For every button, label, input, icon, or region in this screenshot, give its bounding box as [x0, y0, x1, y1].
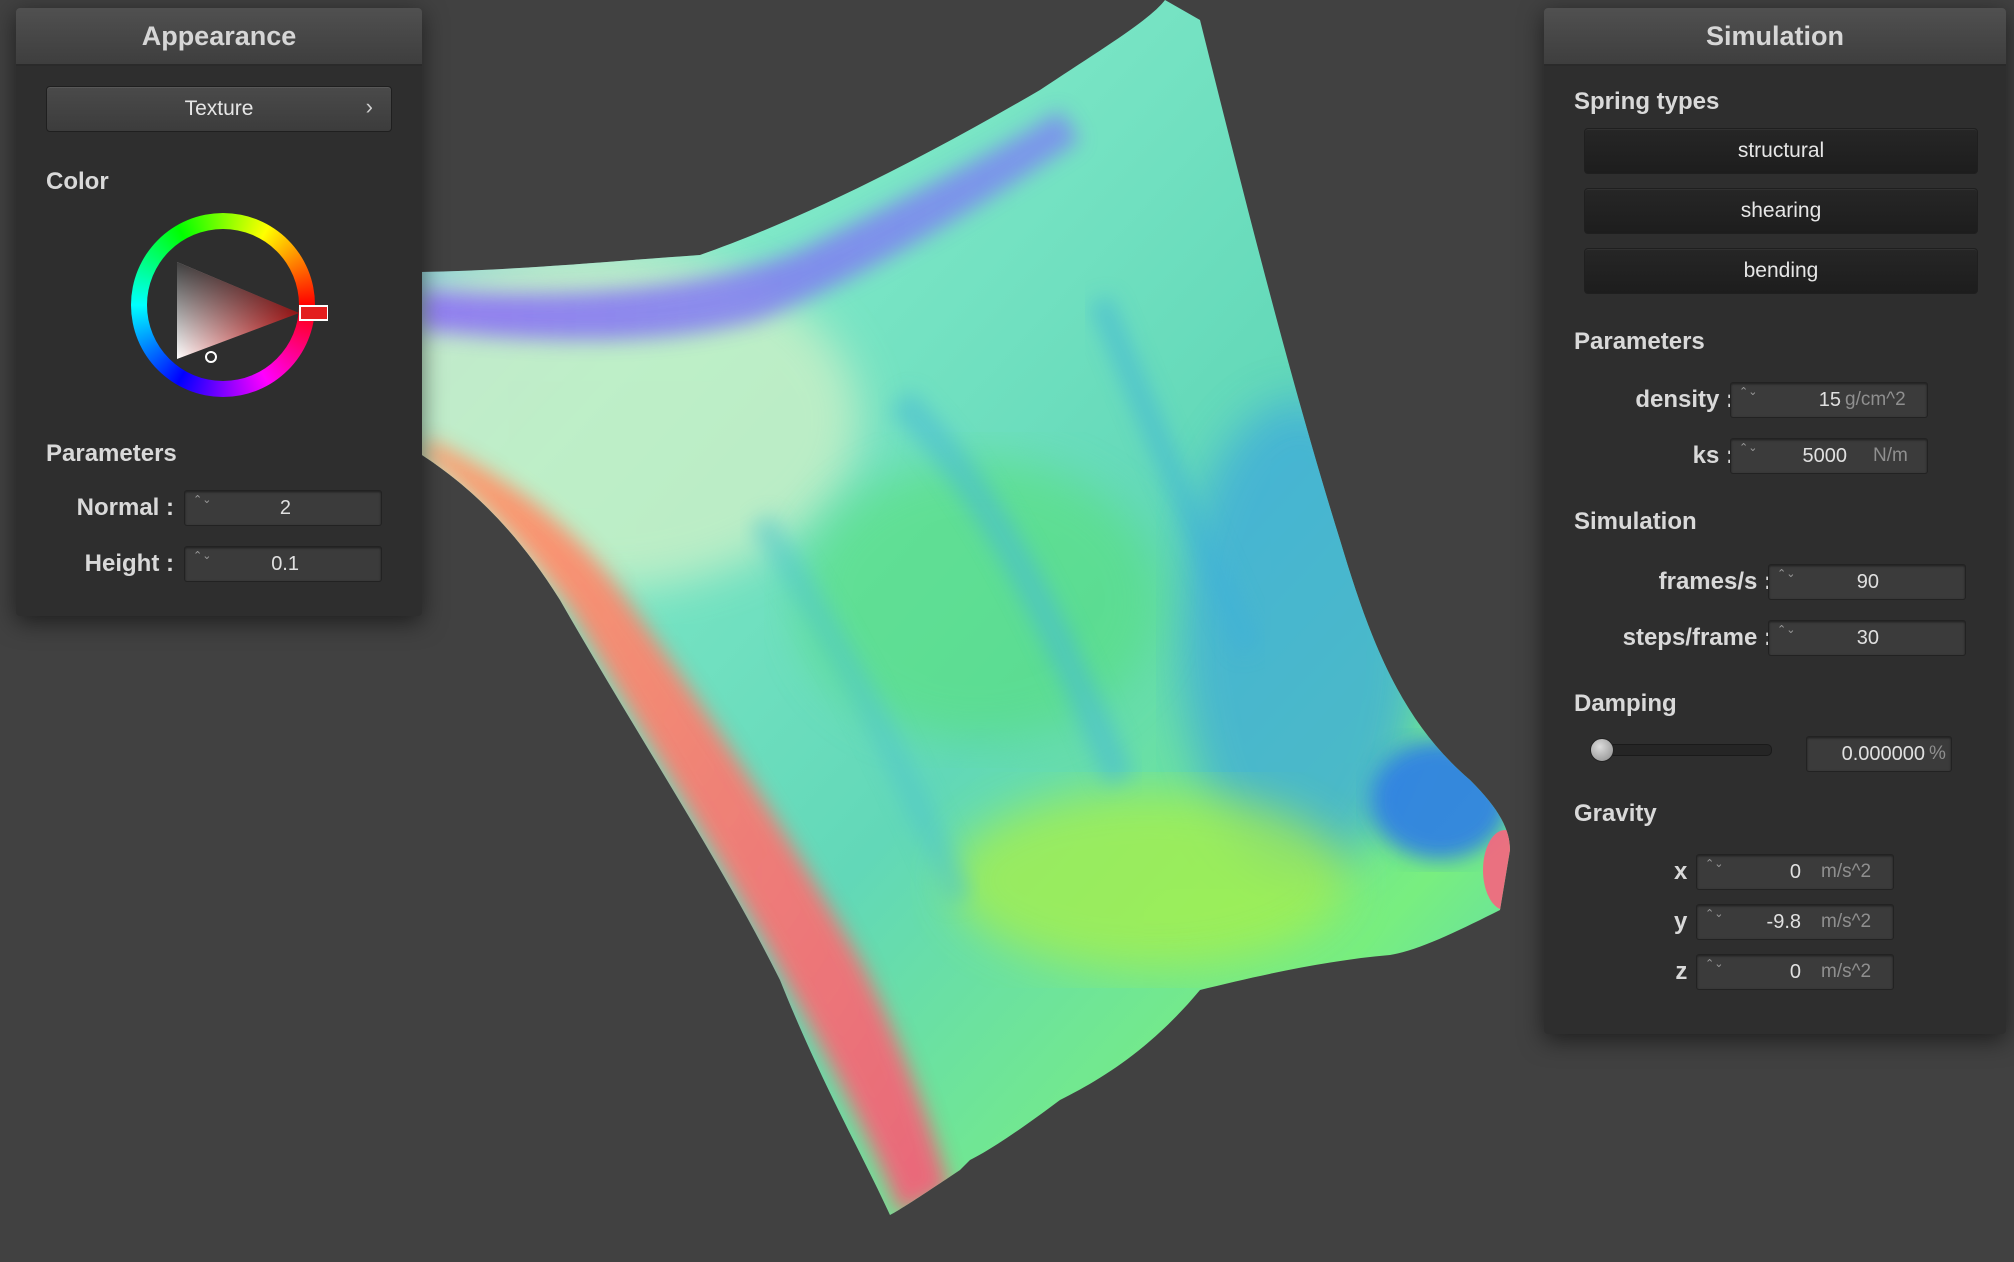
appearance-panel: Appearance Texture › Color Parameters No…: [16, 8, 422, 616]
texture-button[interactable]: Texture ›: [46, 86, 392, 132]
texture-button-label: Texture: [184, 97, 254, 120]
spinner-icon[interactable]: ⌃⌄: [1705, 857, 1723, 887]
height-label: Height :: [84, 550, 174, 577]
normal-label: Normal :: [76, 494, 174, 521]
gravity-z-label: z :: [1675, 958, 1702, 985]
gravity-z-input[interactable]: ⌃⌄ 0 m/s^2: [1696, 954, 1894, 990]
spinner-icon[interactable]: ⌃⌄: [1739, 385, 1757, 415]
gravity-x-unit: m/s^2: [1821, 861, 1872, 882]
gravity-z-value: 0: [1789, 961, 1801, 983]
hue-ring-handle: [299, 305, 328, 321]
spring-types-title: Spring types: [1574, 88, 1720, 115]
damping-slider[interactable]: [1590, 744, 1772, 756]
spinner-icon[interactable]: ⌃⌄: [1777, 567, 1795, 597]
damping-input[interactable]: 0.000000 %: [1806, 736, 1952, 772]
color-section-title: Color: [46, 168, 109, 195]
gravity-z-unit: m/s^2: [1821, 961, 1872, 982]
structural-button[interactable]: structural: [1584, 128, 1978, 174]
spinner-icon[interactable]: ⌃⌄: [193, 549, 211, 579]
ks-input[interactable]: ⌃⌄ 5000 N/m: [1730, 438, 1928, 474]
gravity-y-value: -9.8: [1766, 911, 1801, 933]
damping-slider-handle[interactable]: [1590, 738, 1614, 762]
gravity-x-input[interactable]: ⌃⌄ 0 m/s^2: [1696, 854, 1894, 890]
appearance-title: Appearance: [16, 8, 422, 66]
spinner-icon[interactable]: ⌃⌄: [1705, 957, 1723, 987]
sim-parameters-title: Parameters: [1574, 328, 1705, 355]
spinner-icon[interactable]: ⌃⌄: [1705, 907, 1723, 937]
bending-button[interactable]: bending: [1584, 248, 1978, 294]
normal-value: 2: [279, 497, 291, 519]
fps-value: 90: [1856, 571, 1879, 593]
ks-label: ks :: [1692, 442, 1734, 469]
height-value: 0.1: [271, 553, 299, 575]
damping-value: 0.000000: [1841, 743, 1925, 765]
steps-value: 30: [1856, 627, 1879, 649]
color-wheel[interactable]: [128, 210, 328, 410]
spinner-icon[interactable]: ⌃⌄: [193, 493, 211, 523]
spinner-icon[interactable]: ⌃⌄: [1777, 623, 1795, 653]
density-input[interactable]: ⌃⌄ 15 g/cm^2: [1730, 382, 1928, 418]
ks-value: 5000: [1802, 445, 1848, 467]
gravity-y-input[interactable]: ⌃⌄ -9.8 m/s^2: [1696, 904, 1894, 940]
fps-input[interactable]: ⌃⌄ 90: [1768, 564, 1966, 600]
cloth-mesh: [420, 0, 1510, 1215]
fps-label: frames/s :: [1658, 568, 1772, 595]
damping-title: Damping: [1574, 690, 1677, 717]
normal-input[interactable]: ⌃⌄ 2: [184, 490, 382, 526]
ks-unit: N/m: [1873, 445, 1908, 466]
height-input[interactable]: ⌃⌄ 0.1: [184, 546, 382, 582]
density-value: 15: [1818, 389, 1841, 411]
shearing-button[interactable]: shearing: [1584, 188, 1978, 234]
gravity-x-label: x :: [1673, 858, 1702, 885]
chevron-right-icon: ›: [365, 94, 373, 119]
steps-input[interactable]: ⌃⌄ 30: [1768, 620, 1966, 656]
appearance-parameters-title: Parameters: [46, 440, 177, 467]
steps-label: steps/frame :: [1622, 624, 1772, 651]
simulation-title: Simulation: [1544, 8, 2006, 66]
density-unit: g/cm^2: [1845, 389, 1906, 410]
simulation-section-title: Simulation: [1574, 508, 1697, 535]
spinner-icon[interactable]: ⌃⌄: [1739, 441, 1757, 471]
damping-unit: %: [1929, 743, 1946, 764]
gravity-y-unit: m/s^2: [1821, 911, 1872, 932]
simulation-panel: Simulation Spring types structural shear…: [1544, 8, 2006, 1034]
gravity-title: Gravity: [1574, 800, 1657, 827]
density-label: density :: [1635, 386, 1734, 413]
gravity-x-value: 0: [1789, 861, 1801, 883]
gravity-y-label: y :: [1673, 908, 1702, 935]
